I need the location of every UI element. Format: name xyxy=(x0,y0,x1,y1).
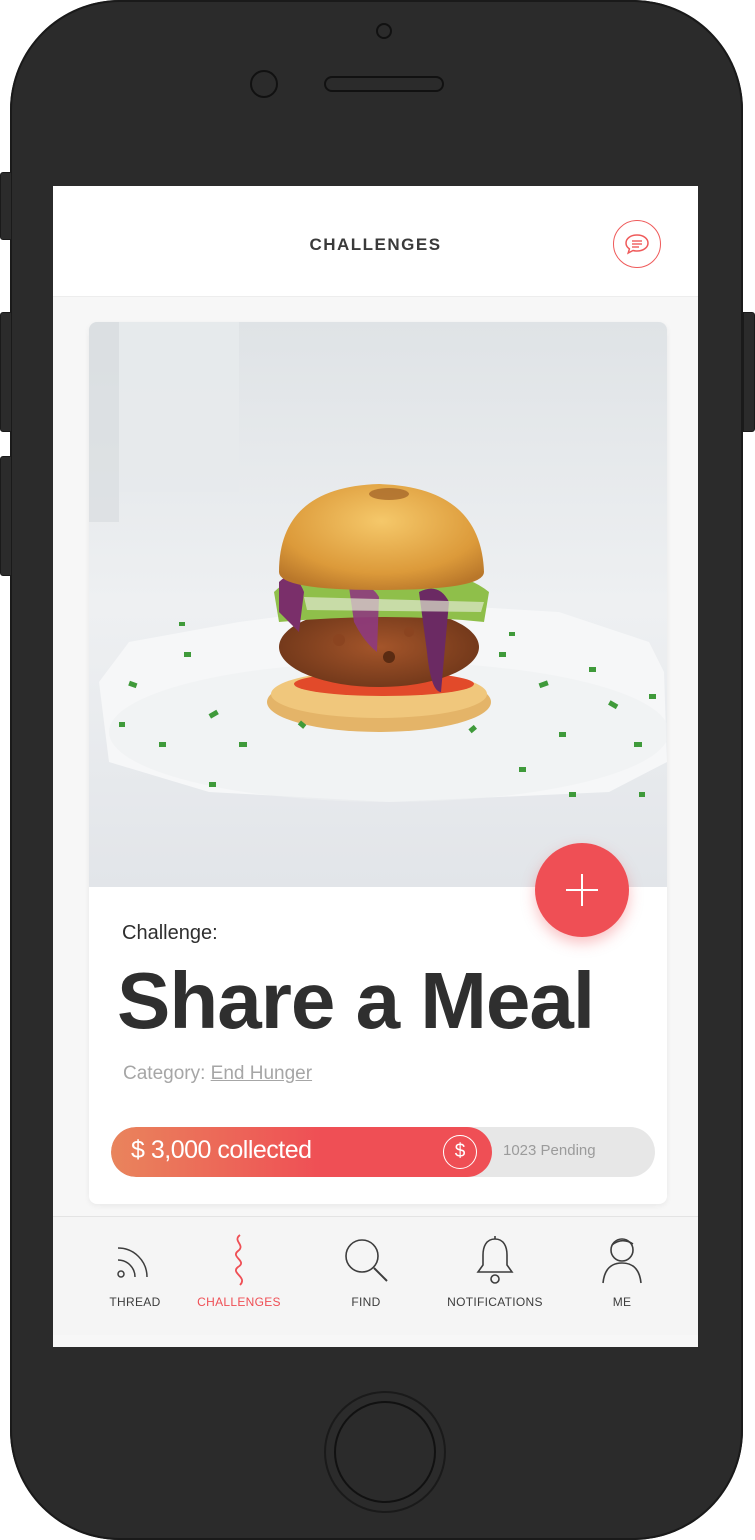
user-icon xyxy=(602,1238,642,1284)
tab-label: FIND xyxy=(351,1295,381,1309)
front-camera xyxy=(376,23,392,39)
home-button-ring xyxy=(334,1401,436,1503)
challenge-photo xyxy=(89,322,667,887)
pending-count: 1023 Pending xyxy=(503,1142,596,1159)
page-title: CHALLENGES xyxy=(309,235,442,254)
squiggle-icon xyxy=(235,1234,243,1286)
category-label: Category: xyxy=(123,1063,206,1084)
volume-down-button xyxy=(0,456,12,576)
home-button[interactable] xyxy=(324,1391,446,1513)
bottom-tab-bar: THREAD CHALLENGES FIND NOTIFICATIONS ME xyxy=(53,1216,698,1335)
category-line: Category: End Hunger xyxy=(123,1063,312,1085)
tab-find[interactable]: FIND xyxy=(311,1233,421,1309)
add-button[interactable] xyxy=(535,843,629,937)
collected-amount: $ 3,000 collected xyxy=(131,1136,312,1164)
volume-up-button xyxy=(0,312,12,432)
chat-button[interactable] xyxy=(613,220,661,268)
tab-challenges[interactable]: CHALLENGES xyxy=(184,1233,294,1309)
tab-me[interactable]: ME xyxy=(567,1233,677,1309)
bell-icon xyxy=(476,1236,514,1284)
category-link[interactable]: End Hunger xyxy=(211,1063,312,1084)
tab-thread[interactable]: THREAD xyxy=(80,1233,190,1309)
funding-progress-bar: $ 3,000 collected $ 1023 Pending xyxy=(111,1127,655,1177)
tab-label: THREAD xyxy=(109,1295,161,1309)
earpiece-speaker xyxy=(324,76,444,92)
dollar-icon: $ xyxy=(443,1135,477,1169)
app-screen: CHALLENGES Challenge: Share a Meal Categ… xyxy=(53,186,698,1347)
proximity-sensor xyxy=(250,70,278,98)
top-bar: CHALLENGES xyxy=(53,186,698,297)
search-icon xyxy=(345,1239,388,1282)
challenge-label: Challenge: xyxy=(122,922,218,944)
tab-label: ME xyxy=(612,1295,632,1309)
challenge-title: Share a Meal xyxy=(117,956,595,1045)
mute-switch xyxy=(0,172,12,240)
tab-label: CHALLENGES xyxy=(197,1295,281,1309)
power-button xyxy=(743,312,755,432)
tab-notifications[interactable]: NOTIFICATIONS xyxy=(440,1233,550,1309)
rss-icon xyxy=(117,1247,148,1278)
chat-bubble-icon xyxy=(625,234,649,255)
challenge-card[interactable]: Challenge: Share a Meal Category: End Hu… xyxy=(89,322,667,1204)
tab-label: NOTIFICATIONS xyxy=(447,1295,543,1309)
burger-illustration xyxy=(89,322,667,887)
plus-icon xyxy=(566,874,598,906)
